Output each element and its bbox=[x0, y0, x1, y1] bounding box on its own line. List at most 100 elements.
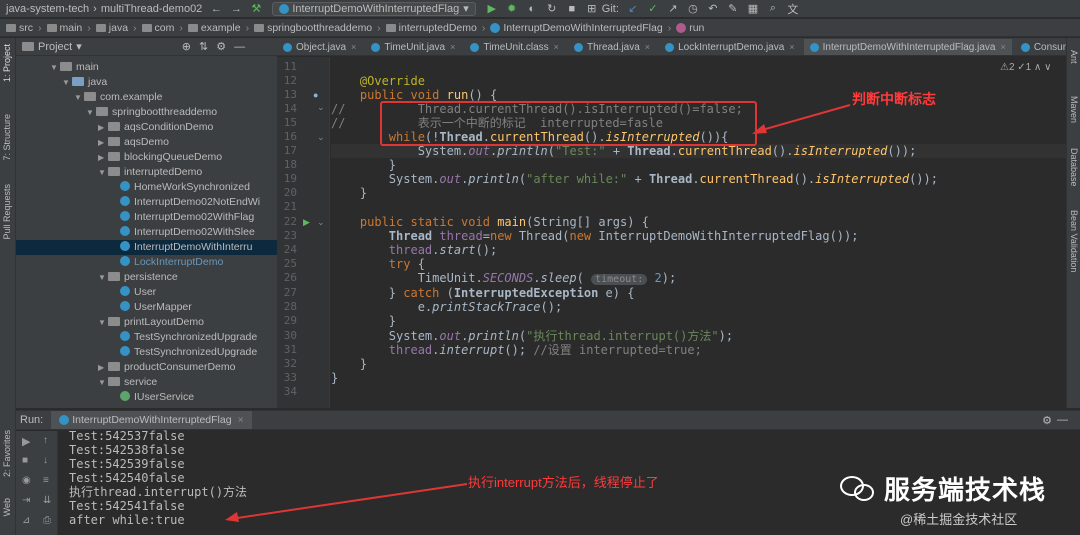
tab-interruptdemowithinterruptedflag-java[interactable]: InterruptDemoWithInterruptedFlag.java × bbox=[803, 39, 1012, 55]
close-icon[interactable]: × bbox=[450, 42, 455, 52]
breadcrumb-item[interactable]: interruptedDemo › bbox=[385, 22, 491, 34]
close-icon[interactable]: × bbox=[1000, 42, 1005, 52]
breadcrumb-item[interactable]: InterruptDemoWithInterruptedFlag › bbox=[490, 22, 676, 34]
git-update-icon[interactable]: ↙ bbox=[626, 2, 640, 15]
chevron-down-icon[interactable]: ▾ bbox=[76, 40, 82, 53]
hide-icon[interactable]: — bbox=[1057, 414, 1068, 426]
project-tool-button[interactable]: 1: Project bbox=[2, 44, 12, 82]
wrench-icon[interactable]: ✎ bbox=[726, 2, 740, 15]
tree-item[interactable]: InterruptDemo02WithFlag bbox=[16, 210, 277, 225]
run-tab[interactable]: InterruptDemoWithInterruptedFlag × bbox=[51, 411, 252, 429]
tab-timeunit-class[interactable]: TimeUnit.class × bbox=[464, 38, 564, 55]
locate-icon[interactable]: ⊕ bbox=[182, 40, 191, 53]
tree-item[interactable]: ▶ aqsDemo bbox=[16, 135, 277, 150]
tree-item[interactable]: ▼ service bbox=[16, 375, 277, 390]
favorites-tool-button[interactable]: 2: Favorites bbox=[2, 430, 12, 477]
breadcrumb-item[interactable]: java › bbox=[95, 22, 142, 34]
coverage-icon[interactable]: ◐ bbox=[525, 3, 539, 15]
chevron-down-icon[interactable]: ▼ bbox=[50, 60, 60, 75]
chevron-down-icon[interactable]: ▼ bbox=[98, 270, 108, 285]
project-title[interactable]: java-system-tech bbox=[6, 3, 89, 15]
tree-item[interactable]: HomeWorkSynchronized bbox=[16, 180, 277, 195]
run-icon[interactable]: ▶ bbox=[485, 2, 499, 15]
tree-item[interactable]: User bbox=[16, 285, 277, 300]
chevron-down-icon[interactable]: ▼ bbox=[62, 75, 72, 90]
gear-icon[interactable]: ⚙ bbox=[216, 40, 226, 53]
close-icon[interactable]: × bbox=[238, 414, 244, 426]
inspection-status[interactable]: ⚠2 ✓1 ∧ ∨ bbox=[1000, 62, 1051, 73]
translate-icon[interactable]: 文 bbox=[786, 1, 800, 17]
run-gutter-icon[interactable]: ▶ bbox=[303, 217, 310, 228]
pin-icon[interactable]: ⊿ bbox=[22, 515, 30, 526]
tree-item[interactable]: InterruptDemo02WithSlee bbox=[16, 225, 277, 240]
fold-icon[interactable]: ⌄ bbox=[317, 102, 325, 113]
tree-item[interactable]: ▼ springbootthreaddemo bbox=[16, 105, 277, 120]
tab-object-java[interactable]: Object.java × bbox=[277, 38, 362, 55]
tab-lockinterruptdemo-java[interactable]: LockInterruptDemo.java × bbox=[659, 38, 800, 55]
close-icon[interactable]: × bbox=[351, 42, 356, 52]
chevron-down-icon[interactable]: ▼ bbox=[98, 165, 108, 180]
git-commit-icon[interactable]: ✓ bbox=[646, 2, 660, 15]
pull-requests-tool-button[interactable]: Pull Requests bbox=[2, 184, 12, 240]
soft-wrap-icon[interactable]: ≡ bbox=[43, 475, 49, 486]
profile-icon[interactable]: ↻ bbox=[545, 2, 559, 15]
hide-icon[interactable]: — bbox=[234, 41, 245, 53]
breadcrumb-item[interactable]: run bbox=[676, 22, 704, 34]
chevron-down-icon[interactable]: ▼ bbox=[98, 375, 108, 390]
fold-icon[interactable]: ⌄ bbox=[317, 217, 325, 228]
print-icon[interactable]: ⎙ bbox=[43, 515, 51, 526]
forward-icon[interactable]: → bbox=[229, 3, 243, 15]
bean-validation-tool-button[interactable]: Bean Validation bbox=[1069, 210, 1079, 272]
tab-thread-java[interactable]: Thread.java × bbox=[568, 38, 656, 55]
database-tool-button[interactable]: Database bbox=[1069, 148, 1079, 187]
tree-item[interactable]: ▼ java bbox=[16, 75, 277, 90]
override-marker-icon[interactable]: ● bbox=[313, 90, 318, 100]
camera-icon[interactable]: ◉ bbox=[22, 475, 31, 486]
tree-item[interactable]: ▼ printLayoutDemo bbox=[16, 315, 277, 330]
breadcrumb-item[interactable]: example › bbox=[187, 22, 254, 34]
back-icon[interactable]: ← bbox=[209, 3, 223, 15]
maven-tool-button[interactable]: Maven bbox=[1069, 96, 1079, 123]
chevron-down-icon[interactable]: ▼ bbox=[98, 315, 108, 330]
git-rollback-icon[interactable]: ↶ bbox=[706, 2, 720, 15]
tree-item[interactable]: InterruptDemo02NotEndWi bbox=[16, 195, 277, 210]
structure-tool-button[interactable]: 7: Structure bbox=[2, 114, 12, 161]
breadcrumb-item[interactable]: com › bbox=[141, 22, 188, 34]
breadcrumb-item[interactable]: main › bbox=[46, 22, 96, 34]
chevron-right-icon[interactable]: ▶ bbox=[98, 120, 108, 135]
tab-consumer-java[interactable]: Consumer.java× bbox=[1015, 38, 1066, 55]
chevron-right-icon[interactable]: ▶ bbox=[98, 150, 108, 165]
tree-item[interactable]: TestSynchronizedUpgrade bbox=[16, 345, 277, 360]
close-icon[interactable]: × bbox=[789, 42, 794, 52]
breadcrumb-item[interactable]: src › bbox=[6, 22, 47, 34]
login-icon[interactable]: ⇥ bbox=[22, 495, 30, 506]
tree-item[interactable]: IUserService bbox=[16, 390, 277, 405]
tree-item[interactable]: ▼ com.example bbox=[16, 90, 277, 105]
project-panel-title[interactable]: Project bbox=[38, 41, 72, 53]
web-tool-button[interactable]: Web bbox=[2, 498, 12, 516]
down-icon[interactable]: ↓ bbox=[43, 455, 48, 466]
tree-item[interactable]: InterruptDemoWithInterru bbox=[16, 240, 277, 255]
gear-icon[interactable]: ⚙ bbox=[1042, 414, 1052, 427]
tree-item[interactable]: ▼ interruptedDemo bbox=[16, 165, 277, 180]
search-icon[interactable]: ⌕ bbox=[766, 2, 780, 15]
chevron-down-icon[interactable]: ▼ bbox=[86, 105, 96, 120]
tree-item[interactable]: TestSynchronizedUpgrade bbox=[16, 330, 277, 345]
chevron-right-icon[interactable]: ▶ bbox=[98, 135, 108, 150]
tree-item[interactable]: ▼ main bbox=[16, 60, 277, 75]
close-icon[interactable]: × bbox=[554, 42, 559, 52]
project-structure-icon[interactable]: ▦ bbox=[746, 2, 760, 15]
debug-icon[interactable]: ✹ bbox=[505, 2, 519, 15]
tree-item[interactable]: ▶ aqsConditionDemo bbox=[16, 120, 277, 135]
close-icon[interactable]: × bbox=[645, 42, 650, 52]
collapse-all-icon[interactable]: ⇅ bbox=[199, 40, 208, 53]
chevron-right-icon[interactable]: ▶ bbox=[98, 360, 108, 375]
chevron-down-icon[interactable]: ▼ bbox=[74, 90, 84, 105]
up-icon[interactable]: ↑ bbox=[43, 435, 48, 446]
fold-icon[interactable]: ⌄ bbox=[317, 132, 325, 143]
update-icon[interactable]: ⊞ bbox=[585, 2, 599, 15]
tree-item[interactable]: ▶ productConsumerDemo bbox=[16, 360, 277, 375]
tab-timeunit-java[interactable]: TimeUnit.java × bbox=[365, 38, 461, 55]
stop-icon[interactable]: ■ bbox=[22, 455, 28, 466]
scroll-end-icon[interactable]: ⇊ bbox=[43, 495, 51, 506]
